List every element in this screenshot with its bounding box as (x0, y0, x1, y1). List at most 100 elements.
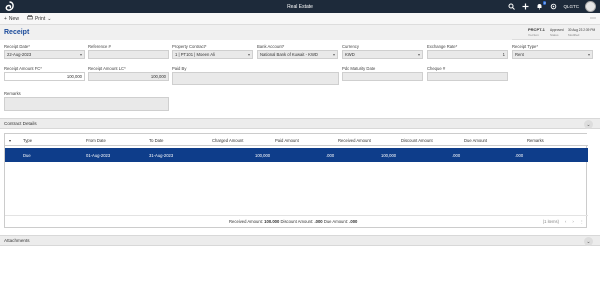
due-total-label: Due Amount: (323, 219, 349, 224)
amount-fc-label: Receipt Amount FC* (4, 66, 42, 71)
attachments-header[interactable]: Attachments ⌄ (0, 235, 600, 246)
table-row[interactable]: Due 01-Aug-2023 31-Aug-2023 100,000 .000… (5, 148, 588, 162)
chevron-down-icon: ⌄ (47, 15, 52, 22)
pdc-maturity-input[interactable] (342, 72, 423, 81)
receipt-date-value: 22-Aug-2023 (7, 52, 32, 57)
reference-field: Reference # (88, 44, 169, 59)
bank-account-value: National Bank of Kuwait - KWD (260, 52, 318, 57)
amount-lc-input[interactable]: 100,000 (88, 72, 169, 81)
receipt-date-field: Receipt Date* 22-Aug-2023 ▾ (4, 44, 85, 59)
print-button[interactable]: Print ⌄ (23, 15, 55, 22)
chevron-down-icon[interactable]: ⌄ (584, 237, 593, 246)
pager: (1 items) ‹ › ⋮ (543, 219, 584, 224)
property-contract-value: 1 | PT101 | Moeen Ali (175, 52, 215, 57)
amount-fc-input[interactable]: 100,000 (4, 72, 85, 81)
column-header[interactable]: From Date (86, 138, 106, 143)
grid-footer: Received Amount: 100.000 Discount Amount… (5, 215, 588, 227)
property-contract-field: Property Contract* 1 | PT101 | Moeen Ali… (172, 44, 253, 59)
currency-select[interactable]: KWD ▾ (342, 50, 423, 59)
chevron-down-icon: ▾ (587, 52, 590, 57)
record-number: PRCPT-1 (528, 27, 545, 32)
reference-input[interactable] (88, 50, 169, 59)
record-status: Approved (550, 28, 564, 32)
record-date-label: Modified (568, 33, 580, 37)
receipt-type-field: Receipt Type* Rent ▾ (512, 44, 593, 59)
property-contract-select[interactable]: 1 | PT101 | Moeen Ali ▾ (172, 50, 253, 59)
received-total: 100.000 (264, 219, 280, 224)
exchange-rate-label: Exchange Rate* (427, 44, 458, 49)
chevron-down-icon: ▾ (79, 52, 82, 57)
amount-lc-label: Receipt Amount LC* (88, 66, 126, 71)
record-status-label: Status (550, 33, 559, 37)
cell-discount: .000 (452, 153, 461, 158)
next-page-icon[interactable]: › (572, 219, 573, 224)
column-header[interactable]: Due Amount (464, 138, 487, 143)
search-icon[interactable] (507, 2, 515, 12)
pdc-maturity-field: Pdc Maturity Date (342, 66, 423, 81)
exchange-rate-input[interactable]: 1 (427, 50, 508, 59)
user-avatar[interactable] (585, 1, 596, 12)
more-options-icon[interactable]: ⋯ (590, 15, 596, 22)
received-total-label: Received Amount: (229, 219, 263, 224)
remarks-label: Remarks (4, 91, 21, 96)
receipt-date-label: Receipt Date* (4, 44, 30, 49)
column-header[interactable]: Discount Amount (401, 138, 433, 143)
cell-charged: 100,000 (255, 153, 271, 158)
remarks-input[interactable] (4, 97, 169, 111)
chevron-down-icon: ▾ (417, 52, 420, 57)
cell-paid: .000 (326, 153, 335, 158)
notification-badge: 3 (542, 0, 547, 5)
items-count: (1 items) (542, 219, 559, 224)
amount-fc-value: 100,000 (66, 74, 82, 79)
bank-account-field: Bank Account* National Bank of Kuwait - … (257, 44, 338, 59)
column-header[interactable]: Paid Amount (275, 138, 299, 143)
add-icon[interactable] (521, 2, 529, 12)
contract-details-header[interactable]: Contract Details ⌄ (0, 118, 600, 129)
receipt-type-select[interactable]: Rent ▾ (512, 50, 593, 59)
bank-account-label: Bank Account* (257, 44, 285, 49)
paid-by-label: Paid By (172, 66, 187, 71)
reference-label: Reference # (88, 44, 111, 49)
top-bar: Real Estate 3 QLGTC (0, 0, 600, 13)
column-header[interactable]: Remarks (527, 138, 544, 143)
select-column-icon[interactable]: ▾ (9, 138, 11, 143)
new-button[interactable]: + New (0, 16, 23, 22)
settings-icon[interactable] (549, 2, 557, 12)
column-header[interactable]: Charged Amount (212, 138, 243, 143)
currency-value: KWD (345, 52, 355, 57)
chevron-down-icon[interactable]: ⌄ (584, 120, 593, 129)
more-options-icon[interactable]: ⋮ (580, 219, 584, 224)
prev-page-icon[interactable]: ‹ (565, 219, 566, 224)
toolbar: + New Print ⌄ ⋯ (0, 13, 600, 25)
paid-by-input[interactable] (172, 72, 339, 85)
bank-account-select[interactable]: National Bank of Kuwait - KWD ▾ (257, 50, 338, 59)
receipt-type-value: Rent (515, 52, 524, 57)
receipt-type-label: Receipt Type* (512, 44, 538, 49)
column-header[interactable]: Received Amount (338, 138, 371, 143)
column-header[interactable]: Type (23, 138, 32, 143)
exchange-rate-field: Exchange Rate* 1 (427, 44, 508, 59)
totals-summary: Received Amount: 100.000 Discount Amount… (229, 219, 357, 224)
amount-lc-value: 100,000 (150, 74, 166, 79)
org-name[interactable]: QLGTC (563, 4, 579, 9)
divider (512, 39, 600, 40)
cheque-input[interactable] (427, 72, 508, 81)
property-contract-label: Property Contract* (172, 44, 207, 49)
discount-total-label: Discount Amount: (280, 219, 314, 224)
cell-due: .000 (515, 153, 524, 158)
column-header[interactable]: To Date (149, 138, 163, 143)
receipt-date-input[interactable]: 22-Aug-2023 ▾ (4, 50, 85, 59)
print-label: Print (34, 15, 46, 22)
due-total: .000 (349, 219, 358, 224)
amount-lc-field: Receipt Amount LC* 100,000 (88, 66, 169, 81)
grid-header: ▾ Type From Date To Date Charged Amount … (5, 134, 588, 146)
chevron-down-icon: ▾ (332, 52, 335, 57)
currency-label: Currency (342, 44, 359, 49)
page-title: Receipt (4, 29, 30, 36)
new-label: New (8, 15, 19, 22)
currency-field: Currency KWD ▾ (342, 44, 423, 59)
notification-icon[interactable]: 3 (535, 0, 547, 12)
paid-by-field: Paid By (172, 66, 339, 85)
printer-icon (27, 15, 33, 22)
contract-grid: ▾ Type From Date To Date Charged Amount … (4, 133, 588, 228)
